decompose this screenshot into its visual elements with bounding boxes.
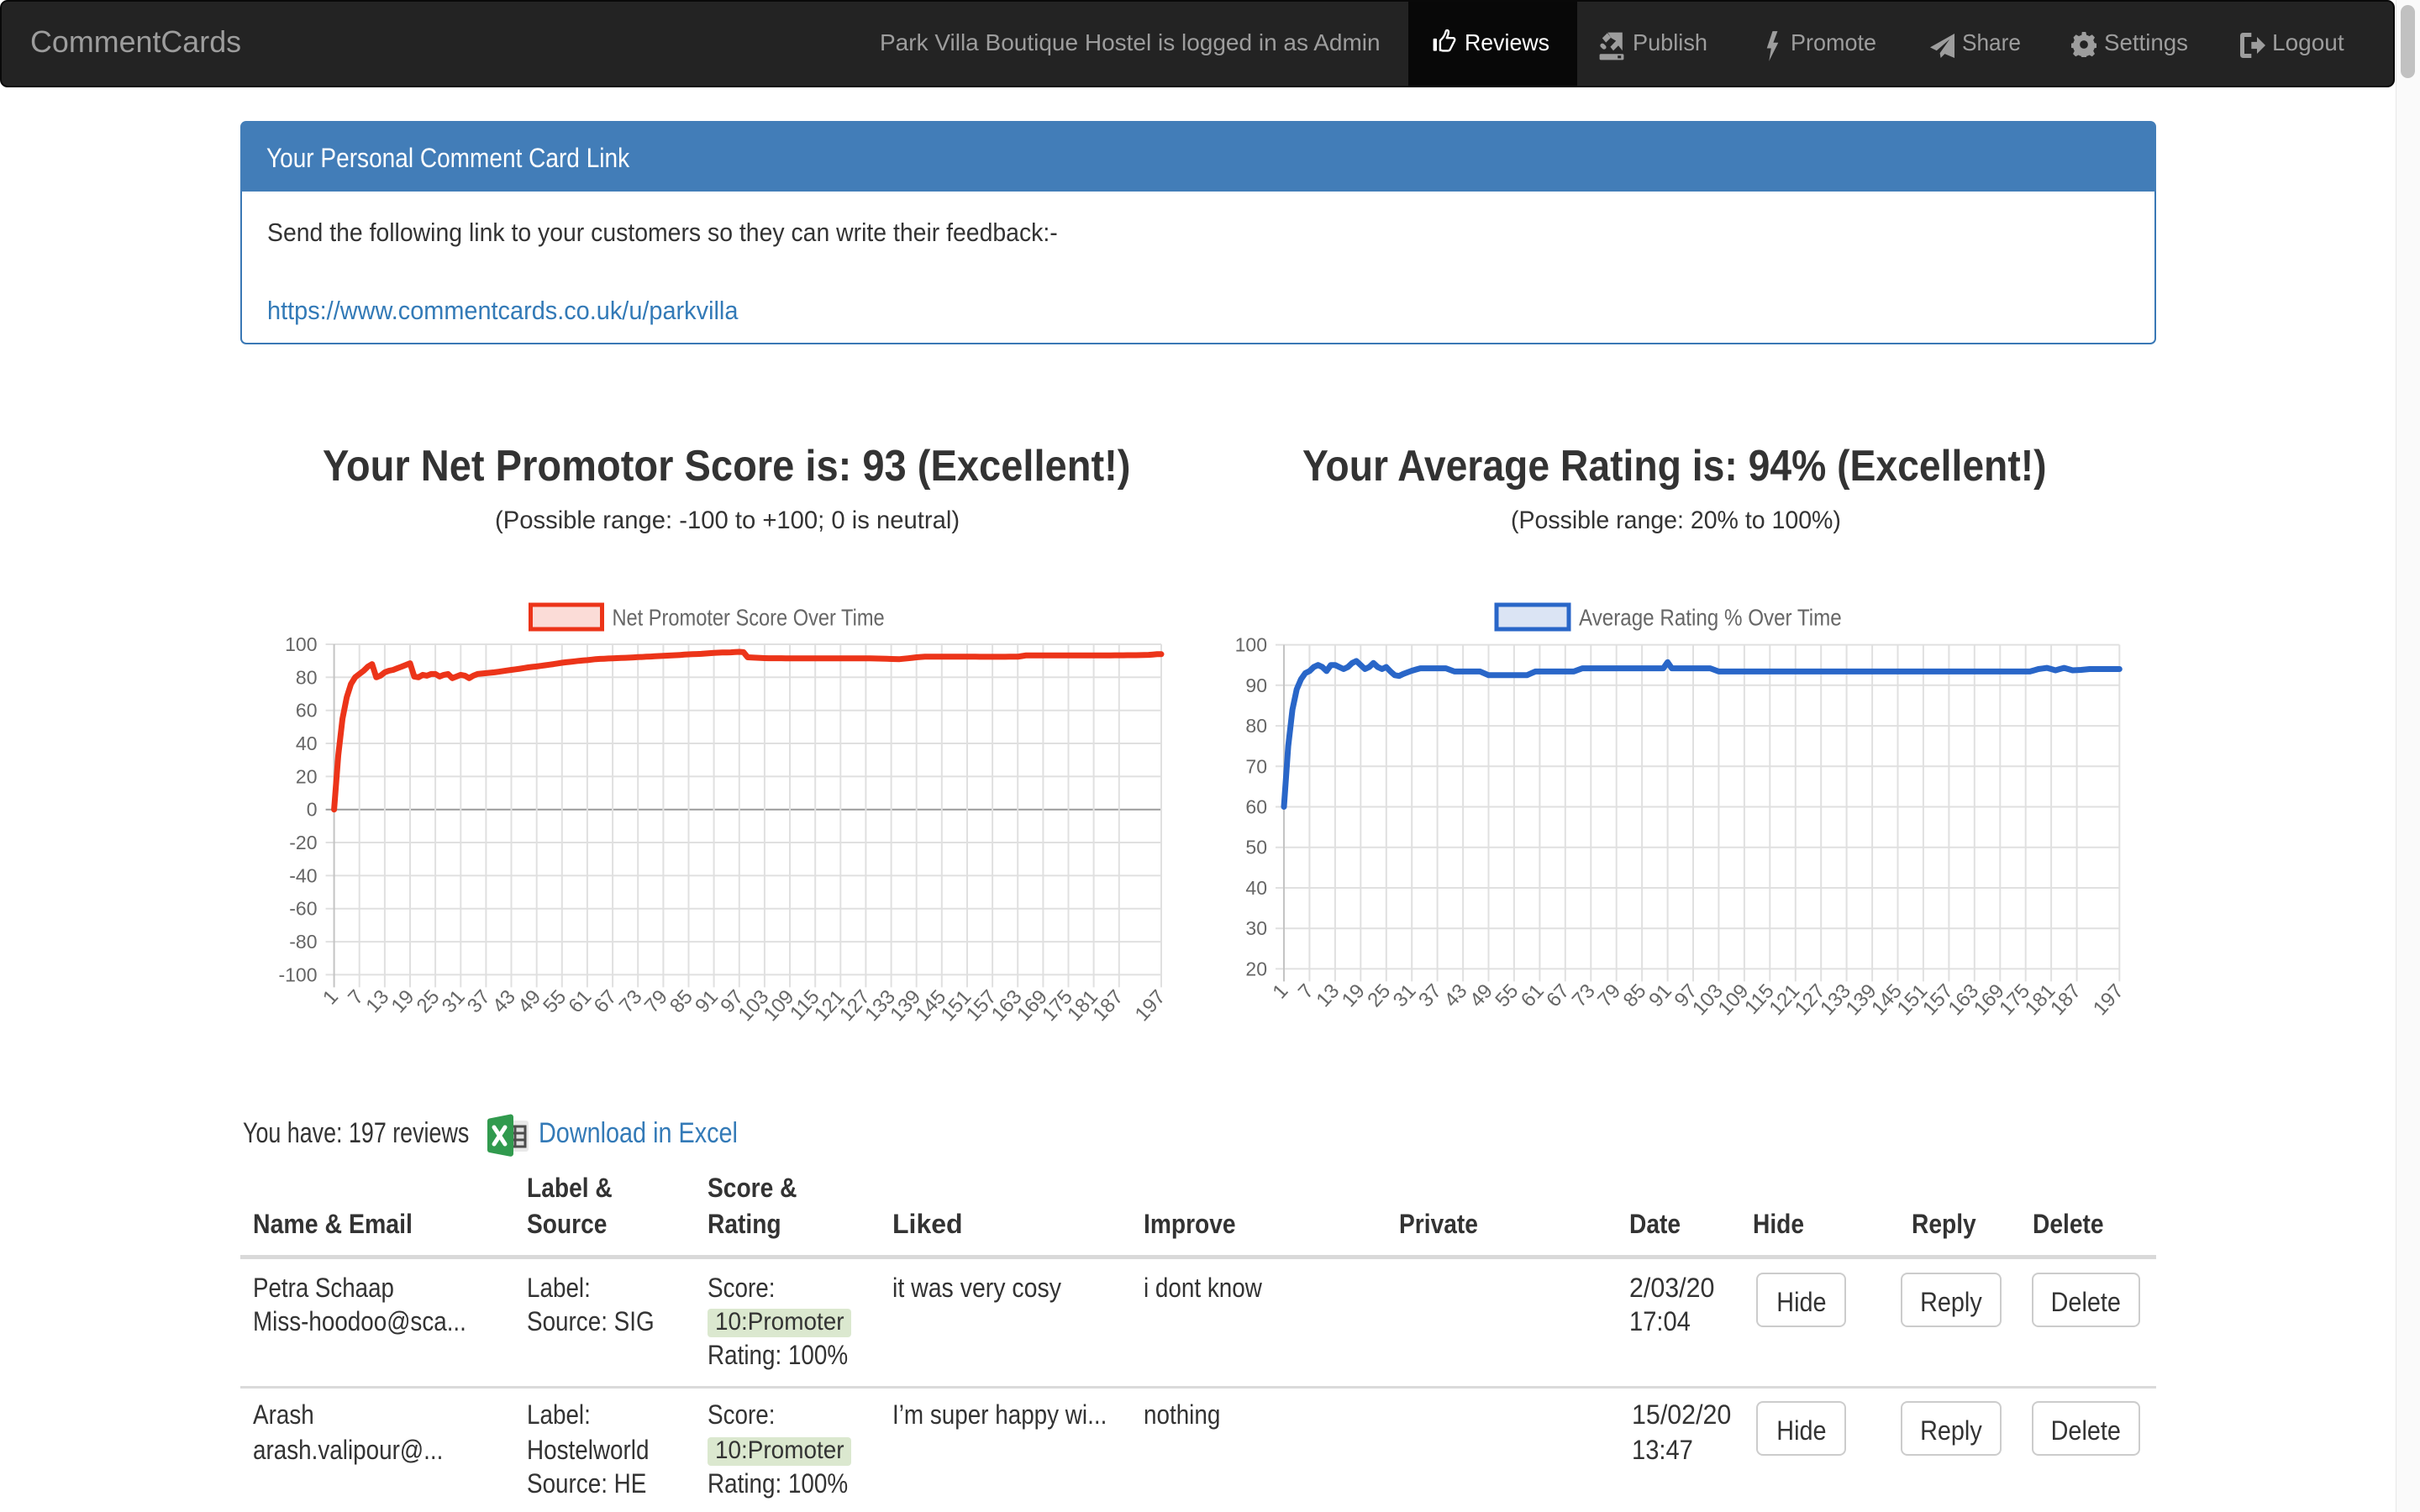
- svg-text:100: 100: [1235, 634, 1267, 656]
- svg-text:1: 1: [318, 985, 343, 1009]
- svg-text:90: 90: [1245, 675, 1267, 696]
- svg-text:100: 100: [285, 633, 317, 655]
- svg-text:40: 40: [296, 732, 318, 754]
- svg-text:-40: -40: [289, 864, 317, 886]
- svg-text:50: 50: [1245, 837, 1267, 858]
- svg-text:20: 20: [1245, 958, 1267, 979]
- svg-text:40: 40: [1245, 877, 1267, 899]
- svg-text:60: 60: [296, 700, 318, 722]
- svg-text:-80: -80: [289, 931, 317, 953]
- svg-text:-60: -60: [289, 898, 317, 920]
- svg-text:Net Promoter Score Over Time: Net Promoter Score Over Time: [613, 606, 885, 631]
- svg-text:20: 20: [296, 765, 318, 787]
- svg-text:-100: -100: [278, 963, 317, 985]
- svg-text:187: 187: [1088, 985, 1128, 1026]
- svg-text:60: 60: [1245, 796, 1267, 818]
- svg-text:70: 70: [1245, 755, 1267, 777]
- svg-text:1: 1: [1268, 979, 1292, 1003]
- svg-text:197: 197: [1131, 985, 1171, 1026]
- svg-text:80: 80: [1245, 715, 1267, 737]
- svg-text:187: 187: [2046, 979, 2086, 1020]
- svg-text:Average Rating % Over Time: Average Rating % Over Time: [1579, 604, 1842, 631]
- svg-text:80: 80: [296, 666, 318, 688]
- svg-text:197: 197: [2089, 979, 2128, 1020]
- svg-text:30: 30: [1245, 917, 1267, 939]
- svg-text:-20: -20: [289, 832, 317, 853]
- svg-text:0: 0: [307, 799, 318, 821]
